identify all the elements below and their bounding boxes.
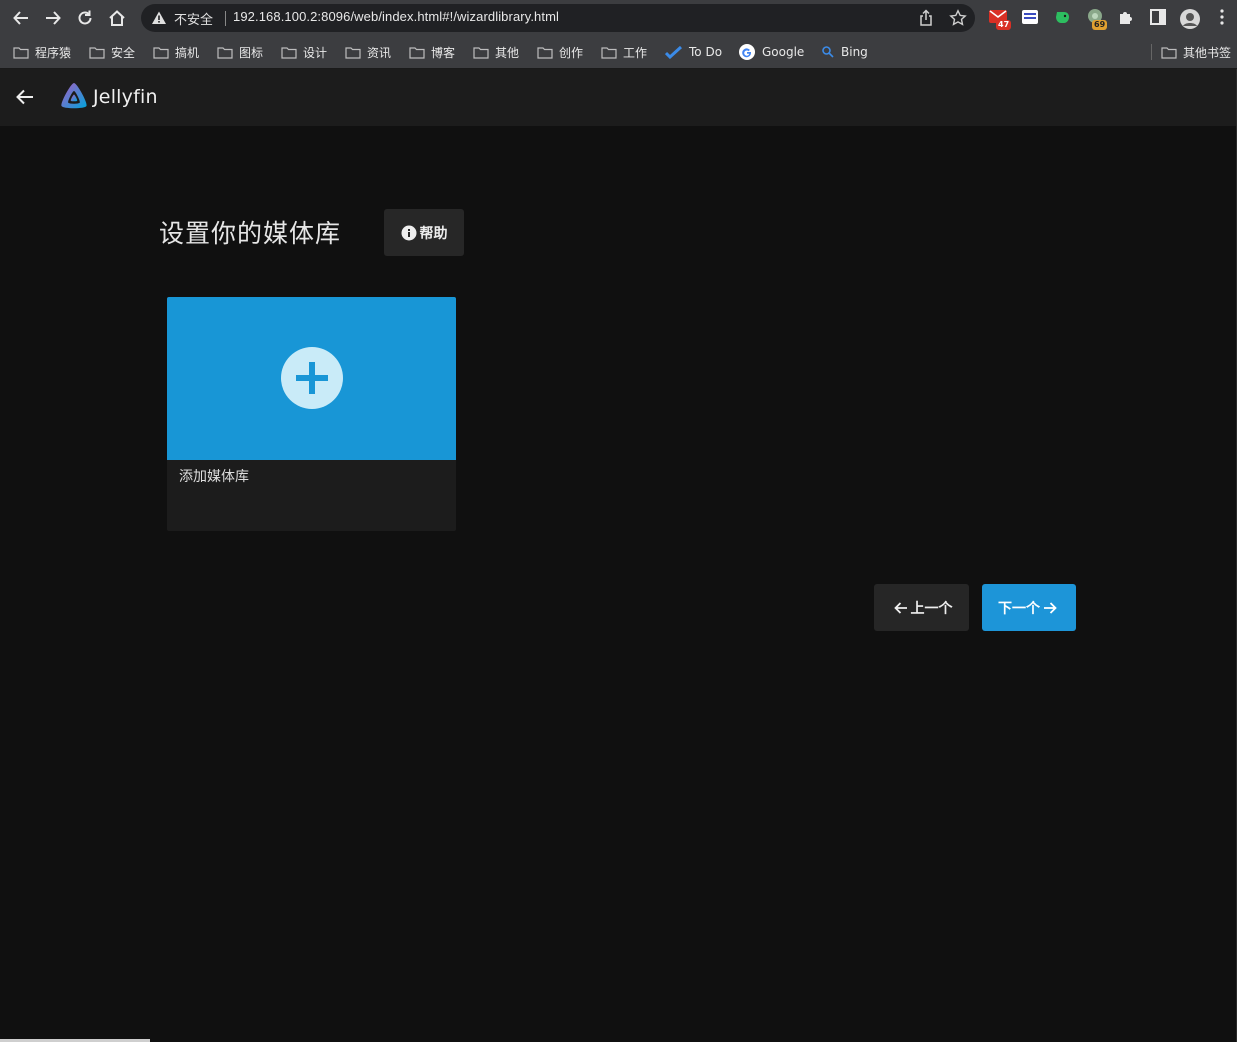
star-icon[interactable]: [949, 9, 967, 27]
bookmark-bing[interactable]: Bing: [821, 42, 868, 62]
bookmark-folder[interactable]: 其他: [473, 42, 519, 62]
evernote-extension-button[interactable]: [1053, 8, 1073, 28]
insecure-label: 不安全: [174, 13, 214, 28]
share-icon[interactable]: [918, 9, 934, 27]
gmail-badge: 47: [996, 20, 1012, 30]
more-vert-icon: [1220, 9, 1224, 25]
app-header: Jellyfin: [0, 69, 1237, 126]
browser-menu-button[interactable]: [1213, 8, 1233, 28]
add-library-button[interactable]: [281, 347, 343, 409]
previous-label: 上一个: [910, 600, 953, 617]
folder-icon: [153, 46, 169, 59]
gmail-extension-button[interactable]: 47: [988, 8, 1012, 30]
browser-toolbar: 不安全 192.168.100.2:8096/web/index.html#!/…: [0, 0, 1237, 36]
back-button[interactable]: [14, 86, 36, 108]
address-bar[interactable]: 不安全 192.168.100.2:8096/web/index.html#!/…: [141, 4, 975, 32]
jellyfin-logo-icon: [61, 83, 87, 109]
bookmark-todo[interactable]: To Do: [665, 42, 722, 62]
reader-extension-button[interactable]: [1021, 8, 1041, 28]
sidepanel-icon: [1150, 9, 1166, 25]
add-library-card[interactable]: 添加媒体库: [167, 297, 456, 531]
reader-icon: [1022, 10, 1038, 24]
bookmark-folder[interactable]: 图标: [217, 42, 263, 62]
browser-reload-button[interactable]: [73, 6, 97, 30]
bookmark-folder[interactable]: 创作: [537, 42, 583, 62]
add-library-label: 添加媒体库: [179, 469, 249, 485]
folder-icon: [281, 46, 297, 59]
reload-icon: [78, 10, 92, 25]
sidepanel-button[interactable]: [1149, 8, 1169, 28]
arrow-right-icon: [1044, 601, 1057, 614]
google-icon: [739, 44, 755, 60]
tracker-extension-button[interactable]: 69: [1086, 8, 1108, 30]
bookmark-google[interactable]: Google: [738, 42, 804, 62]
help-label: 帮助: [419, 225, 448, 242]
search-icon: [822, 46, 834, 58]
help-button[interactable]: 帮助: [384, 209, 464, 256]
arrow-right-icon: [46, 11, 61, 25]
folder-icon: [537, 46, 553, 59]
plus-icon: [296, 362, 328, 394]
warning-icon: [152, 11, 166, 24]
folder-icon: [601, 46, 617, 59]
previous-button[interactable]: 上一个: [874, 584, 969, 631]
home-icon: [109, 10, 125, 26]
bookmark-folder[interactable]: 工作: [601, 42, 647, 62]
browser-back-button[interactable]: [9, 6, 33, 30]
page-title: 设置你的媒体库: [159, 219, 342, 248]
bookmark-other[interactable]: 其他书签: [1161, 42, 1231, 62]
info-icon: [401, 225, 416, 240]
bookmarks-bar: 程序猿 安全 搞机 图标 设计 资讯 博客 其他 创作 工作 To Do Goo…: [0, 36, 1237, 69]
folder-icon: [473, 46, 489, 59]
puzzle-icon: [1120, 12, 1132, 24]
omnibox-divider: [225, 11, 226, 26]
add-library-card-image[interactable]: [167, 297, 456, 460]
browser-forward-button[interactable]: [41, 6, 65, 30]
arrow-left-icon: [893, 601, 907, 614]
folder-icon: [1161, 46, 1177, 59]
avatar-icon: [1180, 9, 1200, 29]
todo-icon: [665, 45, 683, 59]
profile-avatar[interactable]: [1179, 8, 1200, 29]
bookmark-folder[interactable]: 设计: [281, 42, 327, 62]
elephant-icon: [1056, 12, 1069, 23]
folder-icon: [409, 46, 425, 59]
next-label: 下一个: [998, 600, 1040, 617]
browser-home-button[interactable]: [105, 6, 129, 30]
bookmark-folder[interactable]: 安全: [89, 42, 135, 62]
folder-icon: [13, 46, 29, 59]
bookmark-folder[interactable]: 搞机: [153, 42, 199, 62]
url-text[interactable]: 192.168.100.2:8096/web/index.html#!/wiza…: [233, 9, 559, 24]
bookmark-folder[interactable]: 资讯: [345, 42, 391, 62]
folder-icon: [89, 46, 105, 59]
brand-name[interactable]: Jellyfin: [93, 86, 158, 108]
folder-icon: [345, 46, 361, 59]
folder-icon: [217, 46, 233, 59]
extensions-button[interactable]: [1117, 8, 1137, 28]
arrow-left-icon: [13, 11, 28, 25]
bookmarks-divider: [1151, 44, 1152, 60]
tracker-badge: 69: [1092, 20, 1108, 30]
next-button[interactable]: 下一个: [982, 584, 1076, 631]
bookmark-folder[interactable]: 博客: [409, 42, 455, 62]
bookmark-folder[interactable]: 程序猿: [13, 42, 71, 62]
